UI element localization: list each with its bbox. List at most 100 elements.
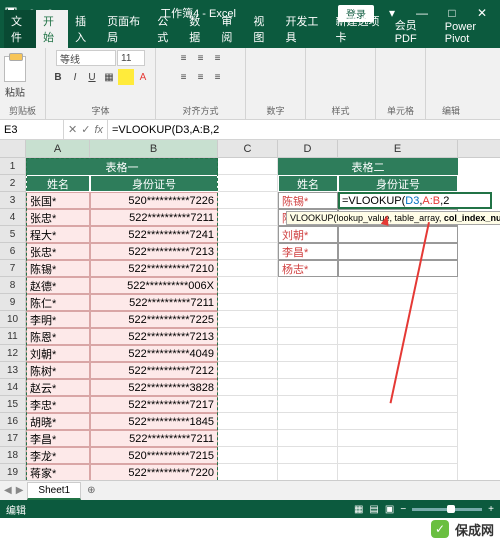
cell[interactable]: 522**********4049 (90, 345, 218, 362)
font-color-icon[interactable]: A (135, 69, 151, 85)
cell[interactable] (278, 294, 338, 311)
cell[interactable]: 表格一 (26, 158, 218, 175)
cell[interactable] (338, 464, 458, 481)
cell[interactable]: 522**********7241 (90, 226, 218, 243)
cell[interactable] (338, 396, 458, 413)
cell[interactable] (218, 294, 278, 311)
cell[interactable]: 522**********7220 (90, 464, 218, 481)
col-header-d[interactable]: D (278, 140, 338, 157)
row-header[interactable]: 3 (0, 192, 26, 209)
cell[interactable]: 522**********1845 (90, 413, 218, 430)
tab-pdf[interactable]: 会员PDF (388, 14, 438, 48)
view-normal-icon[interactable]: ▦ (354, 504, 363, 515)
cell[interactable]: 522**********006X (90, 277, 218, 294)
cell[interactable]: 刘朝* (278, 226, 338, 243)
row-header[interactable]: 10 (0, 311, 26, 328)
underline-icon[interactable]: U (84, 69, 100, 85)
cell[interactable]: 522**********7213 (90, 328, 218, 345)
cell[interactable]: 520**********7215 (90, 447, 218, 464)
cell[interactable] (338, 328, 458, 345)
row-header[interactable]: 18 (0, 447, 26, 464)
tab-home[interactable]: 开始 (36, 10, 68, 48)
sheet-tab-1[interactable]: Sheet1 (27, 482, 81, 500)
cell[interactable]: 身份证号 (90, 175, 218, 192)
cell[interactable]: 522**********3828 (90, 379, 218, 396)
tab-layout[interactable]: 页面布局 (100, 10, 150, 48)
accept-formula-icon[interactable]: ✓ (81, 123, 90, 136)
cell[interactable] (218, 226, 278, 243)
cell[interactable] (218, 379, 278, 396)
cell[interactable] (338, 226, 458, 243)
cell[interactable]: 赵云* (26, 379, 90, 396)
cell[interactable]: 李昌* (26, 430, 90, 447)
cell[interactable]: 张忠* (26, 209, 90, 226)
formula-input[interactable]: =VLOOKUP(D3,A:B,2 (108, 120, 500, 139)
cell[interactable]: 李明* (26, 311, 90, 328)
cell[interactable] (218, 447, 278, 464)
cell[interactable]: 522**********7225 (90, 311, 218, 328)
cell[interactable]: 522**********7211 (90, 294, 218, 311)
cell[interactable] (218, 243, 278, 260)
tab-view[interactable]: 视图 (246, 10, 278, 48)
cell[interactable] (278, 311, 338, 328)
select-all-corner[interactable] (0, 140, 26, 157)
align-bottom-icon[interactable]: ≡ (210, 50, 226, 66)
cell[interactable] (278, 413, 338, 430)
cell[interactable]: 姓名 (278, 175, 338, 192)
cell[interactable] (218, 175, 278, 192)
row-header[interactable]: 12 (0, 345, 26, 362)
row-header[interactable]: 5 (0, 226, 26, 243)
cell[interactable] (218, 345, 278, 362)
cell[interactable]: 胡晓* (26, 413, 90, 430)
cell[interactable] (218, 328, 278, 345)
cell[interactable] (218, 396, 278, 413)
cell[interactable] (218, 260, 278, 277)
view-break-icon[interactable]: ▣ (385, 504, 394, 515)
fill-color-icon[interactable] (118, 69, 134, 85)
col-header-b[interactable]: B (90, 140, 218, 157)
border-icon[interactable]: ▦ (101, 69, 117, 85)
cell[interactable]: 522**********7212 (90, 362, 218, 379)
cell[interactable]: 522**********7213 (90, 243, 218, 260)
cell[interactable] (338, 277, 458, 294)
tab-file[interactable]: 文件 (4, 10, 36, 48)
row-header[interactable]: 8 (0, 277, 26, 294)
cell[interactable]: 陈树* (26, 362, 90, 379)
cell[interactable]: 张忠* (26, 243, 90, 260)
align-left-icon[interactable]: ≡ (176, 69, 192, 85)
sheet-prev-icon[interactable]: ◀ (4, 485, 12, 496)
cell[interactable] (338, 294, 458, 311)
cell[interactable] (278, 430, 338, 447)
cell[interactable] (338, 311, 458, 328)
cell[interactable] (338, 243, 458, 260)
cell[interactable] (338, 447, 458, 464)
view-layout-icon[interactable]: ▤ (369, 504, 378, 515)
cell[interactable]: 赵德* (26, 277, 90, 294)
zoom-out-icon[interactable]: − (400, 504, 406, 515)
cell[interactable] (338, 379, 458, 396)
row-header[interactable]: 11 (0, 328, 26, 345)
col-header-a[interactable]: A (26, 140, 90, 157)
row-header[interactable]: 16 (0, 413, 26, 430)
align-top-icon[interactable]: ≡ (176, 50, 192, 66)
cell[interactable]: 陈锡* (26, 260, 90, 277)
cell[interactable]: 522**********7210 (90, 260, 218, 277)
italic-icon[interactable]: I (67, 69, 83, 85)
cell[interactable]: 程大* (26, 226, 90, 243)
cell[interactable] (338, 260, 458, 277)
align-right-icon[interactable]: ≡ (210, 69, 226, 85)
cell[interactable]: 陈仁* (26, 294, 90, 311)
cell[interactable] (218, 413, 278, 430)
row-header[interactable]: 9 (0, 294, 26, 311)
cell[interactable]: 李龙* (26, 447, 90, 464)
cell[interactable] (278, 464, 338, 481)
col-header-e[interactable]: E (338, 140, 458, 157)
row-header[interactable]: 13 (0, 362, 26, 379)
cell[interactable] (278, 447, 338, 464)
cell[interactable] (278, 345, 338, 362)
cell[interactable]: 陈锡* (278, 192, 338, 209)
cell[interactable] (278, 379, 338, 396)
row-header[interactable]: 17 (0, 430, 26, 447)
row-header[interactable]: 15 (0, 396, 26, 413)
cell[interactable] (278, 277, 338, 294)
